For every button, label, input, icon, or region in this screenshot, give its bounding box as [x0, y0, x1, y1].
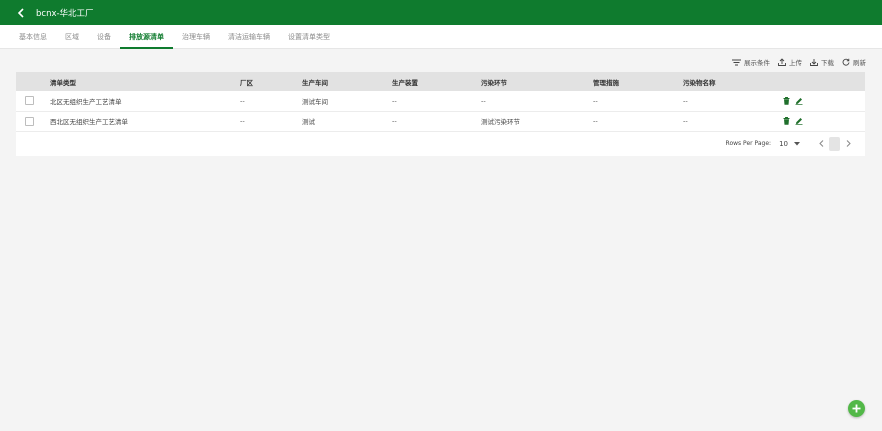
pencil-icon — [795, 97, 803, 105]
tab-list-type-settings[interactable]: 设置清单类型 — [279, 25, 339, 48]
table-cell: 测试车间 — [302, 97, 328, 106]
pencil-icon — [795, 118, 803, 125]
pagination: Rows Per Page: 10 — [16, 132, 865, 156]
emission-source-table: 清单类型 厂区 生产车间 生产装置 污染环节 管理措施 污染物名称 北区无组织生… — [16, 72, 865, 132]
page-title: bcnx-华北工厂 — [36, 8, 94, 19]
filter-button[interactable]: 展示条件 — [732, 57, 770, 67]
header-actions-cell — [783, 72, 865, 91]
add-button[interactable] — [848, 400, 865, 417]
upload-label: 上传 — [789, 59, 802, 67]
download-icon — [810, 59, 818, 66]
upload-button[interactable]: 上传 — [778, 57, 802, 67]
column-header: 污染环节 — [481, 78, 507, 87]
rows-per-page-label: Rows Per Page: — [725, 140, 772, 147]
header-select-cell — [16, 72, 50, 91]
prev-page-button[interactable] — [816, 138, 826, 150]
edit-button[interactable] — [795, 97, 803, 105]
table-cell: -- — [392, 96, 397, 105]
column-header: 生产装置 — [392, 78, 418, 87]
tab-area[interactable]: 区域 — [56, 25, 88, 48]
back-button[interactable] — [14, 6, 28, 20]
delete-button[interactable] — [783, 117, 790, 125]
column-header: 厂区 — [240, 78, 253, 87]
table-cell: -- — [683, 96, 688, 105]
tab-clean-transport-vehicles[interactable]: 清洁运输车辆 — [219, 25, 279, 48]
caret-down-icon — [794, 141, 800, 145]
tab-basic-info[interactable]: 基本信息 — [10, 25, 56, 48]
refresh-icon — [842, 58, 850, 66]
emission-source-table-card: 清单类型 厂区 生产车间 生产装置 污染环节 管理措施 污染物名称 北区无组织生… — [16, 72, 865, 156]
table-cell: 西北区无组织生产工艺清单 — [50, 118, 128, 126]
chevron-right-icon — [846, 140, 851, 147]
table-cell: -- — [593, 96, 598, 105]
rows-per-page-select[interactable]: 10 — [779, 140, 800, 148]
upload-icon — [778, 58, 786, 66]
table-header-row: 清单类型 厂区 生产车间 生产装置 污染环节 管理措施 污染物名称 — [16, 72, 865, 91]
table-cell: -- — [683, 117, 688, 125]
table-row: 北区无组织生产工艺清单 -- 测试车间 -- -- -- -- — [16, 91, 865, 111]
refresh-button[interactable]: 刷新 — [842, 57, 866, 67]
table-cell: 测试 — [302, 118, 315, 126]
edit-button[interactable] — [795, 117, 803, 125]
tab-bar: 基本信息 区域 设备 排放源清单 治理车辆 清洁运输车辆 设置清单类型 — [0, 25, 882, 49]
table-cell: 北区无组织生产工艺清单 — [50, 97, 122, 106]
tab-treatment-vehicles[interactable]: 治理车辆 — [173, 25, 219, 48]
chevron-left-icon — [818, 140, 823, 147]
app-header: bcnx-华北工厂 — [0, 0, 882, 25]
column-header: 污染物名称 — [683, 78, 716, 87]
tab-emission-source-list[interactable]: 排放源清单 — [120, 25, 173, 49]
column-header: 清单类型 — [50, 78, 76, 87]
delete-button[interactable] — [783, 96, 790, 105]
chevron-left-icon — [17, 7, 24, 18]
row-checkbox[interactable] — [25, 96, 34, 106]
table-cell: -- — [593, 117, 598, 125]
table-row: 西北区无组织生产工艺清单 -- 测试 -- 测试污染环节 -- -- — [16, 111, 865, 131]
trash-icon — [783, 96, 790, 105]
table-cell: -- — [392, 117, 397, 125]
rows-per-page-value: 10 — [779, 139, 788, 148]
trash-icon — [783, 117, 790, 125]
table-cell: 测试污染环节 — [481, 118, 520, 126]
filter-icon — [732, 59, 741, 65]
download-button[interactable]: 下载 — [810, 57, 834, 67]
current-page-indicator[interactable] — [829, 136, 840, 151]
download-label: 下载 — [821, 59, 834, 67]
row-checkbox[interactable] — [25, 116, 34, 126]
filter-label: 展示条件 — [744, 59, 770, 67]
table-cell: -- — [240, 117, 245, 125]
next-page-button[interactable] — [843, 138, 853, 150]
plus-icon — [852, 404, 861, 413]
refresh-label: 刷新 — [853, 59, 866, 67]
column-header: 管理措施 — [593, 78, 619, 87]
table-toolbar: 展示条件 上传 下载 刷新 — [732, 57, 866, 67]
table-cell: -- — [481, 96, 486, 105]
column-header: 生产车间 — [302, 78, 328, 87]
table-cell: -- — [240, 96, 245, 105]
tab-equipment[interactable]: 设备 — [88, 25, 120, 48]
